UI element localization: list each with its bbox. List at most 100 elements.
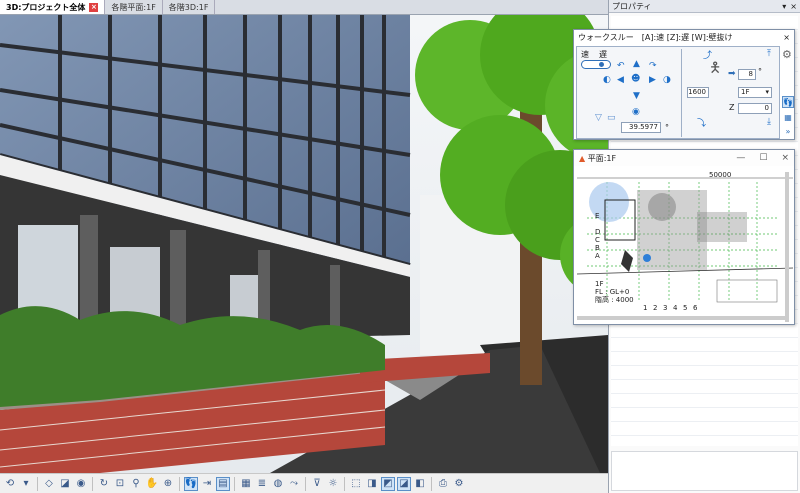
move-forward-icon[interactable]: ▲ [633,59,640,69]
maximize-icon[interactable]: ☐ [759,153,767,163]
globe-icon[interactable]: ◍ [271,477,285,491]
walkthrough-titlebar[interactable]: ウォークスルー [A]:速 [Z]:遅 [W]:壁抜け × [574,30,794,44]
cube-icon[interactable]: ⬚ [349,477,363,491]
gear-icon[interactable]: ⚙ [782,48,792,61]
layer-icon[interactable]: ≣ [255,477,269,491]
close-icon[interactable]: × [781,153,789,163]
turn-right-icon[interactable]: ↷ [649,61,657,71]
angle-unit: ° [665,123,669,132]
grid-label-6: 6 [693,304,698,312]
bottom-level-icon[interactable]: ⤓ [767,117,771,127]
export-icon[interactable]: ⎙ [436,477,450,491]
eye-height-field[interactable]: 1600 [687,87,709,98]
display-mode-1-icon[interactable]: ◩ [381,476,395,491]
grid-label-a: A [595,252,600,260]
turn-left-icon[interactable]: ↶ [617,61,625,71]
floor-select[interactable]: 1F ▾ [738,87,772,98]
view-tabs: 3D:プロジェクト全体 × 各階平面:1F 各階3D:1F [0,0,608,15]
top-level-icon[interactable]: ⤒ [767,49,771,59]
rotate-icon[interactable]: ⊕ [161,477,175,491]
rotate-down-icon[interactable]: ⤵ [697,119,706,129]
move-back-icon[interactable]: ▼ [633,91,640,101]
view-angle-field[interactable]: 39.5977 [621,122,661,133]
look-down-icon[interactable]: ◉ [632,107,640,117]
divider [344,476,345,491]
camera-icon[interactable]: ◉ [74,477,88,491]
minimize-icon[interactable]: — [736,153,745,163]
walkthrough-icon[interactable]: 👣 [184,476,198,491]
step-arrow-icon: ➡ [728,69,736,79]
zoom-icon[interactable]: ⚲ [129,477,143,491]
shading-icon[interactable]: ◪ [58,477,72,491]
footprints-icon[interactable]: 👣 [782,96,794,108]
dropdown-icon[interactable]: ▾ [19,477,33,491]
plan-fl-label: FL : GL+0 [595,288,630,296]
orbit-icon[interactable]: ⟲ [3,477,17,491]
divider [234,476,235,491]
grid-label-e: E [595,212,600,220]
zoom-fit-icon[interactable]: ⊡ [113,477,127,491]
close-icon[interactable]: × [790,2,797,11]
plan-titlebar[interactable]: ▲ 平面:1F — ☐ × [574,150,794,166]
properties-title: プロパティ [612,1,652,11]
tab-floor-plan[interactable]: 各階平面:1F [105,0,163,14]
display-mode-2-icon[interactable]: ◪ [397,476,411,491]
speed-slider[interactable] [581,60,611,69]
plan-window: ▲ 平面:1F — ☐ × 50000 E D C B A 1F FL: GL… [573,149,795,325]
plan-canvas[interactable]: 50000 E D C B A 1F FL : GL+0 階高 : 4000 1… [577,172,793,322]
section-icon[interactable]: ◨ [365,477,379,491]
tab-label: 各階平面:1F [111,2,156,12]
step-unit: ° [758,67,762,76]
warning-icon: ▲ [579,153,586,163]
divider [37,476,38,491]
settings-icon[interactable]: ⚙ [452,477,466,491]
grid-label-5: 5 [683,304,688,312]
object-icon[interactable]: ▦ [239,477,253,491]
tab-floor-3d[interactable]: 各階3D:1F [163,0,216,14]
divider [431,476,432,491]
building-icon[interactable]: ▦ [782,112,794,124]
speed-fast-label: 速 [581,50,589,59]
walkthrough-title: ウォークスルー [A]:速 [Z]:遅 [W]:壁抜け [578,32,733,42]
divider [92,476,93,491]
close-icon[interactable]: × [89,2,99,12]
light-icon[interactable]: ☼ [326,477,340,491]
pan-icon[interactable]: ✋ [145,477,159,491]
step-left-icon[interactable]: ◐ [603,75,611,85]
close-icon[interactable]: × [783,33,790,42]
refresh-icon[interactable]: ↻ [97,477,111,491]
grid-label-4: 4 [673,304,678,312]
step-right-icon[interactable]: ◑ [663,75,671,85]
divider [179,476,180,491]
grid-label-d: D [595,228,601,236]
plan-preview-icon[interactable]: ▤ [216,476,230,491]
step-angle-field[interactable]: 8 [738,69,756,80]
collapse-icon[interactable]: » [782,126,794,138]
divider [681,49,682,137]
move-right-icon[interactable]: ▶ [649,75,656,85]
grid-label-1: 1 [643,304,648,312]
3d-viewport[interactable] [0,15,608,473]
glass-building [0,15,411,345]
move-left-icon[interactable]: ◀ [617,75,624,85]
scene-render [0,15,608,473]
grid-label-3: 3 [663,304,668,312]
view-toolbar: ⟲ ▾ ◇ ◪ ◉ ↻ ⊡ ⚲ ✋ ⊕ 👣 ⇥ ▤ ▦ ≣ ◍ ⤳ ⊽ ☼ ⬚ … [0,473,608,493]
properties-header: プロパティ ▾ × [609,0,800,13]
grid-label-b: B [595,244,600,252]
plan-title: 平面:1F [587,153,617,163]
walk-path-icon[interactable]: ⇥ [200,477,214,491]
filter-icon[interactable]: ⊽ [310,477,324,491]
walker-icon: ☻ [631,74,641,84]
display-mode-3-icon[interactable]: ◧ [413,477,427,491]
wireframe-icon[interactable]: ◇ [42,477,56,491]
pin-icon[interactable]: ▾ [782,2,786,11]
path-icon[interactable]: ⤳ [287,477,301,491]
tab-label: 3D:プロジェクト全体 [6,2,86,12]
divider [305,476,306,491]
z-field[interactable]: 0 [738,103,772,114]
tab-3d-project[interactable]: 3D:プロジェクト全体 × [0,0,106,14]
plan-dimension: 50000 [709,172,732,179]
plan-height-label: 階高 : 4000 [595,296,634,304]
tab-label: 各階3D:1F [168,2,209,12]
